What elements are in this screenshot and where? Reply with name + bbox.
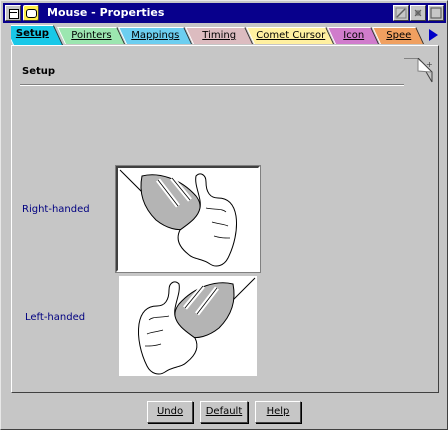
right-handed-image[interactable] <box>115 165 261 273</box>
tab-comet-cursor[interactable]: Comet Cursor <box>246 27 334 44</box>
tab-timing-label: Timing <box>202 30 237 41</box>
tab-icon-label: Icon <box>342 30 364 41</box>
system-menu-icon[interactable] <box>5 5 21 21</box>
tab-comet-cursor-label: Comet Cursor <box>255 30 325 41</box>
default-button-label: Default <box>205 406 243 417</box>
window-title: Mouse - Properties <box>47 6 165 19</box>
help-button-label: Help <box>266 406 290 417</box>
tab-speed[interactable]: Spee <box>372 27 424 44</box>
tab-timing[interactable]: Timing <box>185 27 253 44</box>
left-handed-label[interactable]: Left-handed <box>25 312 85 323</box>
left-handed-image[interactable] <box>119 276 257 376</box>
arrow-right-icon[interactable] <box>429 29 438 41</box>
mouse-properties-window: Mouse - Properties Setup Pointers Mappin… <box>0 0 448 430</box>
hide-icon[interactable] <box>393 5 409 21</box>
right-hand-mouse-icon <box>119 169 237 267</box>
setup-page: Setup + Right-handed Left-handed <box>11 45 439 393</box>
tab-icon[interactable]: Icon <box>327 27 379 44</box>
page-divider <box>20 84 404 86</box>
page-title: Setup <box>22 66 56 77</box>
close-icon[interactable] <box>428 5 444 21</box>
speech-bubble-icon[interactable] <box>23 5 39 21</box>
tab-setup[interactable]: Setup <box>11 25 63 45</box>
title-bar[interactable]: Mouse - Properties <box>3 3 446 23</box>
restore-icon[interactable] <box>410 5 426 21</box>
svg-text:+: + <box>426 60 433 69</box>
tab-speed-label: Spee <box>385 30 411 41</box>
tab-mappings-label: Mappings <box>131 30 180 41</box>
left-hand-mouse-icon <box>138 277 256 375</box>
page-turn-icon[interactable]: + <box>404 58 434 86</box>
undo-button[interactable]: Undo <box>147 401 193 423</box>
default-button[interactable]: Default <box>200 401 248 423</box>
tab-pointers-label: Pointers <box>71 30 112 41</box>
tab-mappings[interactable]: Mappings <box>118 27 192 44</box>
undo-button-label: Undo <box>156 406 184 417</box>
notebook-tabs: Setup Pointers Mappings Timing Comet Cur… <box>11 25 441 45</box>
help-button[interactable]: Help <box>255 401 301 423</box>
right-handed-label[interactable]: Right-handed <box>22 204 90 215</box>
tab-setup-label: Setup <box>16 28 50 39</box>
tab-pointers[interactable]: Pointers <box>57 27 125 44</box>
